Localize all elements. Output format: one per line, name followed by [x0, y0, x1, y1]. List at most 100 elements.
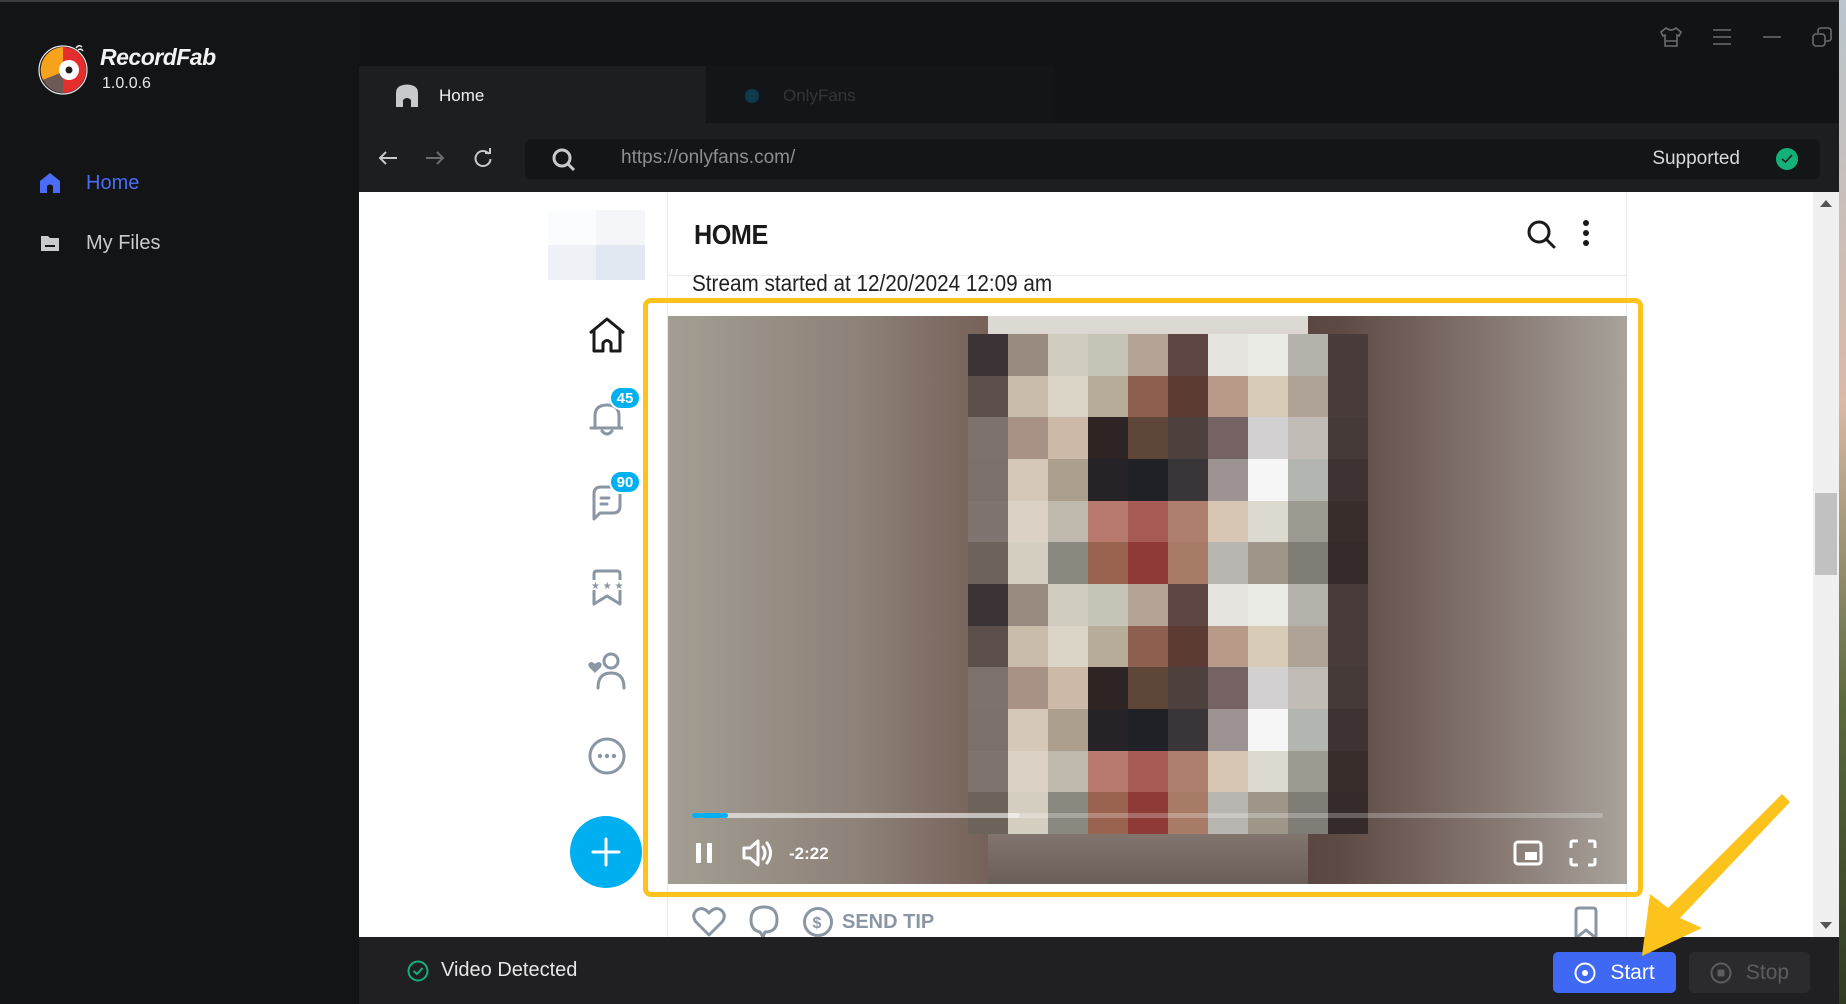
reload-icon	[474, 148, 492, 168]
profile-avatar[interactable]	[548, 210, 645, 280]
mosaic-cell	[1048, 459, 1088, 501]
mosaic-cell	[968, 584, 1008, 626]
mosaic-cell	[1088, 667, 1128, 709]
mosaic-cell	[1208, 542, 1248, 584]
site-favicon	[745, 89, 759, 103]
like-button[interactable]	[692, 906, 726, 937]
mosaic-cell	[1008, 375, 1048, 418]
nav-notifications-link[interactable]: 45	[585, 386, 641, 440]
start-label: Start	[1610, 960, 1655, 984]
check-circle-icon	[1776, 148, 1798, 170]
mosaic-cell	[1248, 625, 1288, 668]
search-icon	[1527, 220, 1556, 249]
nav-home-link[interactable]	[585, 313, 629, 357]
pause-button[interactable]	[690, 836, 718, 870]
volume-button[interactable]	[740, 836, 776, 870]
mosaic-cell	[1288, 459, 1328, 501]
mosaic-cell	[1208, 625, 1248, 668]
mosaic-cell	[968, 375, 1008, 418]
mosaic-cell	[1168, 542, 1208, 584]
mosaic-cell	[1128, 334, 1168, 376]
mosaic-cell	[1088, 584, 1128, 626]
feed-search-button[interactable]	[1525, 218, 1557, 255]
mosaic-cell	[1168, 459, 1208, 501]
mosaic-cell	[1088, 709, 1128, 751]
comment-button[interactable]	[748, 905, 780, 937]
url-input[interactable]: https://onlyfans.com/	[621, 147, 795, 169]
mosaic-cell	[1168, 667, 1208, 709]
heart-icon	[692, 907, 726, 937]
nav-collections-link[interactable]: ★ ★ ★	[585, 566, 629, 610]
mosaic-cell	[1248, 750, 1288, 793]
progress-played	[692, 813, 729, 818]
video-detected-status: Video Detected	[407, 959, 577, 982]
app-name: RecordFab	[100, 44, 216, 70]
search-icon	[552, 148, 576, 172]
forward-button[interactable]	[422, 145, 448, 171]
scrollbar-thumb[interactable]	[1815, 492, 1837, 575]
record-icon	[1574, 962, 1596, 984]
url-bar[interactable]: https://onlyfans.com/ Supported	[525, 139, 1820, 179]
mosaic-cell	[1008, 500, 1048, 543]
mosaic-cell	[1088, 750, 1128, 793]
back-button[interactable]	[375, 145, 401, 171]
page-scrollbar[interactable]	[1813, 192, 1839, 937]
reload-button[interactable]	[470, 145, 496, 171]
mosaic-cell	[1288, 375, 1328, 418]
feed-more-button[interactable]	[1581, 218, 1591, 253]
svg-text:★ ★ ★: ★ ★ ★	[591, 581, 623, 592]
video-player[interactable]: -2:22	[668, 316, 1627, 884]
minimize-icon[interactable]	[1759, 24, 1785, 50]
page-title: HOME	[694, 219, 768, 250]
new-post-button[interactable]	[570, 816, 642, 888]
home-icon	[396, 84, 418, 107]
dollar-circle-icon: $	[803, 907, 833, 937]
mosaic-cell	[1288, 500, 1328, 543]
kebab-menu-icon	[1583, 220, 1589, 246]
restore-icon[interactable]	[1809, 24, 1835, 50]
fullscreen-button[interactable]	[1567, 836, 1599, 870]
arrow-left-icon	[378, 151, 397, 165]
tab-home[interactable]: Home	[359, 66, 706, 126]
sidebar-item-home[interactable]: Home	[38, 166, 139, 200]
mosaic-cell	[1328, 667, 1368, 709]
stream-started-text: Stream started at 12/20/2024 12:09 am	[692, 270, 1053, 296]
nav-subscriptions-link[interactable]	[585, 649, 629, 693]
mosaic-cell	[1328, 459, 1368, 501]
svg-text:$: $	[813, 915, 822, 932]
mosaic-cell	[1088, 500, 1128, 543]
mosaic-cell	[1248, 709, 1288, 751]
mosaic-cell	[1208, 334, 1248, 376]
scroll-down-arrow[interactable]	[1820, 922, 1832, 929]
mosaic-cell	[1048, 584, 1088, 626]
mosaic-cell	[1048, 709, 1088, 751]
tab-onlyfans[interactable]: OnlyFans	[707, 66, 1054, 126]
recordfab-logo-icon	[38, 44, 88, 95]
web-content: 45 90 ★ ★ ★ HOME Stream started at 12/20…	[359, 192, 1839, 937]
stop-button[interactable]: Stop	[1689, 952, 1810, 993]
mosaic-cell	[1048, 417, 1088, 459]
scroll-up-arrow[interactable]	[1820, 200, 1832, 207]
picture-in-picture-button[interactable]	[1512, 836, 1544, 870]
bookmark-post-button[interactable]	[1573, 906, 1599, 937]
sidebar-item-my-files[interactable]: My Files	[38, 226, 160, 260]
video-progress-bar[interactable]	[692, 813, 1603, 818]
sidebar: RecordFab 1.0.0.6 Home My Files	[0, 0, 359, 1004]
bookmark-stars-icon: ★ ★ ★	[591, 569, 623, 606]
mosaic-cell	[1328, 500, 1368, 543]
mosaic-cell	[1128, 667, 1168, 709]
mosaic-cell	[1128, 625, 1168, 668]
send-tip-button[interactable]: $ SEND TIP	[802, 906, 934, 937]
mosaic-cell	[968, 500, 1008, 543]
tab-bar: Home OnlyFans	[359, 63, 1839, 126]
nav-messages-link[interactable]: 90	[585, 470, 641, 524]
mosaic-cell	[1048, 375, 1088, 418]
start-button[interactable]: Start	[1553, 952, 1676, 993]
menu-icon[interactable]	[1709, 24, 1735, 50]
mosaic-cell	[1328, 709, 1368, 751]
sidebar-item-label: My Files	[86, 231, 161, 254]
mosaic-cell	[1208, 500, 1248, 543]
tab-label: OnlyFans	[783, 86, 856, 105]
nav-more-link[interactable]	[585, 734, 629, 778]
skin-icon[interactable]	[1658, 24, 1684, 50]
